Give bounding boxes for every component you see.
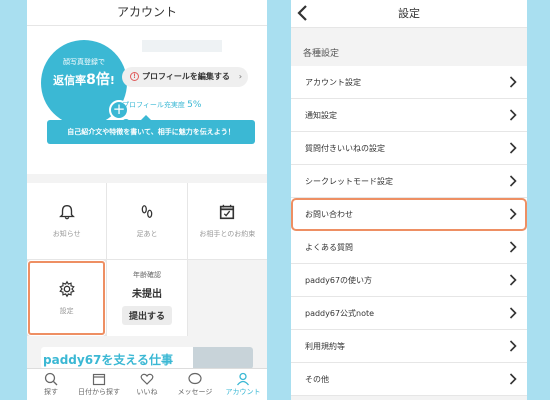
chevron-right-icon <box>509 109 517 121</box>
settings-item-faq[interactable]: よくある質問 <box>291 231 527 264</box>
tab-label: 日付から探す <box>78 388 120 396</box>
tab-label: いいね <box>136 388 158 396</box>
chat-icon <box>188 372 202 385</box>
settings-item-how-to-use[interactable]: paddy67の使い方 <box>291 264 527 297</box>
settings-item-secret-mode-settings[interactable]: シークレットモード設定 <box>291 165 527 198</box>
progress-label: プロフィール充実度 5% <box>122 100 202 110</box>
user-icon <box>236 372 250 386</box>
profile-section: 顔写真登録で 返信率8倍! + ! プロフィールを編集する › プロフィール充実度… <box>27 26 267 174</box>
tab-account[interactable]: アカウント <box>219 369 267 400</box>
avatar-promo: 返信率8倍! <box>53 72 115 88</box>
settings-item-label: シークレットモード設定 <box>305 177 393 186</box>
age-verification-status: 未提出 <box>131 289 162 300</box>
gear-icon <box>58 280 75 298</box>
age-verification-title: 年齢確認 <box>132 271 161 279</box>
footprints-icon <box>141 205 153 219</box>
username-placeholder <box>142 40 222 52</box>
chevron-right-icon <box>509 340 517 352</box>
settings-item-label: 利用規約等 <box>305 342 345 351</box>
calendar-icon <box>92 373 106 386</box>
notifications-tile[interactable]: お知らせ <box>27 183 107 259</box>
settings-item-label: paddy67公式note <box>305 309 375 318</box>
settings-item-label: よくある質問 <box>305 243 353 252</box>
chevron-right-icon <box>509 307 517 319</box>
account-screen: アカウント 顔写真登録で 返信率8倍! + ! プロフィールを編集する › プロフ… <box>27 0 267 400</box>
tab-label: 探す <box>44 388 58 396</box>
footprints-label: 足あと <box>136 230 158 238</box>
empty-tile <box>187 260 267 336</box>
avatar-caption: 顔写真登録で <box>63 58 105 66</box>
settings-screen: 設定 各種設定 アカウント設定 通知設定質問付きいいねの設定 シークレットモード設定… <box>291 0 527 400</box>
tab-label: アカウント <box>225 388 261 396</box>
settings-list: アカウント設定 通知設定質問付きいいねの設定 シークレットモード設定 お問い合わせ よく… <box>291 66 527 396</box>
chevron-right-icon <box>509 274 517 286</box>
settings-item-label: その他 <box>305 375 329 384</box>
tab-date-search[interactable]: 日付から探す <box>75 369 123 400</box>
settings-item-label: アカウント設定 <box>305 78 361 87</box>
tab-search[interactable]: 探す <box>27 369 75 400</box>
settings-item-contact-us[interactable]: お問い合わせ <box>291 198 527 231</box>
chevron-right-icon <box>509 208 517 220</box>
tab-bar: 探す 日付から探す いいね メッセージ アカウント <box>27 368 267 400</box>
profile-tip: 自己紹介文や特徴を書いて、相手に魅力を伝えよう！ <box>47 115 255 144</box>
account-menu-grid: お知らせ 足あと お相手とのお約束 設定 年齢確認 未提出 提出する <box>27 183 267 336</box>
tab-messages[interactable]: メッセージ <box>171 369 219 400</box>
heart-icon <box>140 373 154 385</box>
settings-item-other[interactable]: その他 <box>291 363 527 396</box>
progress-value: 5% <box>187 100 202 110</box>
page-title: アカウント <box>27 0 267 26</box>
banner-photo <box>193 347 253 369</box>
appointments-tile[interactable]: お相手とのお約束 <box>187 183 267 259</box>
tab-label: メッセージ <box>177 388 213 396</box>
settings-tile[interactable]: 設定 <box>27 260 107 336</box>
chevron-right-icon <box>509 241 517 253</box>
bell-icon <box>58 205 75 220</box>
job-banner[interactable]: paddy67を支える仕事 <box>41 347 253 369</box>
back-arrow-icon[interactable] <box>297 5 309 21</box>
settings-item-terms[interactable]: 利用規約等 <box>291 330 527 363</box>
tab-likes[interactable]: いいね <box>123 369 171 400</box>
chevron-right-icon <box>509 142 517 154</box>
settings-item-notification-settings[interactable]: 通知設定 <box>291 99 527 132</box>
settings-item-label: 通知設定 <box>305 111 337 120</box>
notifications-label: お知らせ <box>52 230 81 238</box>
age-verification-tile: 年齢確認 未提出 提出する <box>107 260 187 336</box>
warning-icon: ! <box>130 72 139 81</box>
appointments-label: お相手とのお約束 <box>199 230 256 238</box>
edit-profile-button[interactable]: ! プロフィールを編集する › <box>122 67 248 87</box>
calendar-icon <box>220 204 235 220</box>
settings-item-account-settings[interactable]: アカウント設定 <box>291 66 527 99</box>
chevron-right-icon <box>509 175 517 187</box>
settings-label: 設定 <box>59 307 74 315</box>
chevron-right-icon <box>509 373 517 385</box>
settings-item-official-note[interactable]: paddy67公式note <box>291 297 527 330</box>
avatar[interactable]: 顔写真登録で 返信率8倍! + <box>41 40 129 126</box>
settings-item-question-like-settings[interactable]: 質問付きいいねの設定 <box>291 132 527 165</box>
chevron-right-icon <box>509 76 517 88</box>
submit-button[interactable]: 提出する <box>121 306 172 325</box>
search-icon <box>44 372 58 386</box>
footprints-tile[interactable]: 足あと <box>107 183 187 259</box>
edit-profile-label: プロフィールを編集する <box>142 72 230 81</box>
settings-item-label: paddy67の使い方 <box>305 276 373 285</box>
settings-item-label: 質問付きいいねの設定 <box>305 144 385 153</box>
settings-item-label: お問い合わせ <box>305 210 353 219</box>
page-title: 設定 <box>398 7 420 20</box>
settings-header: 設定 <box>291 0 527 28</box>
section-title: 各種設定 <box>303 49 340 59</box>
chevron-right-icon: › <box>238 72 242 81</box>
